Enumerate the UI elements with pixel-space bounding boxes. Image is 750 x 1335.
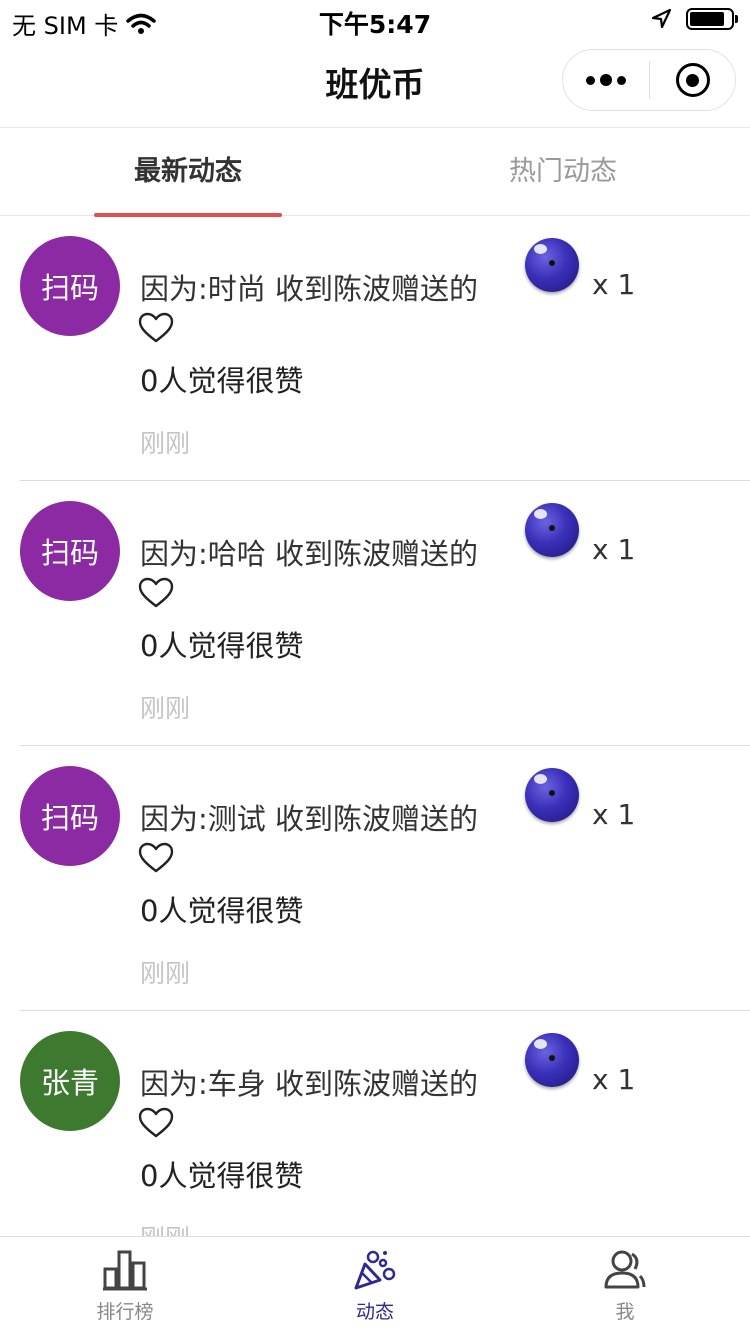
mini-program-capsule — [562, 49, 736, 111]
feed-item[interactable]: 张青因为:车身 收到陈波赠送的 x 1 0人觉得很赞刚刚 — [20, 1011, 750, 1236]
feed-reason-text: 因为:时尚 收到陈波赠送的 — [140, 272, 478, 306]
feed-item[interactable]: 扫码 因为:时尚 收到陈波赠送的 x 1 0人觉得很赞刚刚 — [20, 216, 750, 481]
timestamp: 刚刚 — [140, 959, 191, 988]
status-right — [650, 8, 738, 30]
navigation-bar: 班优币 — [0, 40, 750, 128]
coin-icon — [525, 238, 579, 292]
tabbar-label: 动态 — [355, 1301, 394, 1323]
coin-icon — [525, 503, 579, 557]
heart-icon[interactable] — [138, 1107, 174, 1139]
bar-chart-icon — [103, 1250, 147, 1291]
feed-reason-text: 因为:测试 收到陈波赠送的 — [140, 802, 478, 836]
more-menu-button[interactable] — [563, 50, 649, 110]
feed-list: 扫码 因为:时尚 收到陈波赠送的 x 1 0人觉得很赞 刚刚 扫码 因为:哈哈 收到陈波赠送… — [0, 216, 750, 1236]
user-icon — [604, 1250, 646, 1289]
timestamp: 刚刚 — [140, 694, 191, 723]
more-dot-icon — [600, 74, 612, 86]
feed-tabs: 最新动态 热门动态 — [0, 128, 750, 217]
coin-count: x 1 — [592, 533, 636, 566]
more-dot-icon — [617, 75, 626, 85]
tab-label: 最新动态 — [134, 156, 242, 187]
heart-icon[interactable] — [138, 312, 174, 344]
timestamp: 刚刚 — [140, 429, 191, 458]
tab-latest[interactable]: 最新动态 — [94, 128, 282, 217]
tabbar-item-me[interactable]: 我 — [500, 1237, 750, 1335]
bottom-tab-bar: 排行榜 动态 我 — [0, 1236, 750, 1334]
location-arrow-icon — [651, 8, 672, 29]
likes-count-text: 0人觉得很赞 — [140, 364, 304, 398]
battery-level — [690, 12, 724, 26]
status-time: 下午5:47 — [318, 10, 432, 39]
coin-count: x 1 — [592, 1063, 636, 1096]
feed-reason-text: 因为:车身 收到陈波赠送的 — [140, 1067, 478, 1101]
coin-icon — [525, 1033, 579, 1087]
battery-icon — [686, 8, 738, 30]
feed-reason-text: 因为:哈哈 收到陈波赠送的 — [140, 537, 478, 571]
more-dot-icon — [586, 75, 595, 85]
feed-item[interactable]: 扫码 因为:哈哈 收到陈波赠送的 x 1 0人觉得很赞刚刚 — [20, 481, 750, 746]
likes-count-text: 0人觉得很赞 — [140, 629, 304, 663]
target-icon — [675, 63, 710, 97]
tabbar-label: 我 — [615, 1301, 635, 1323]
tab-hot[interactable]: 热门动态 — [469, 128, 657, 216]
avatar[interactable]: 张青 — [20, 1031, 120, 1131]
heart-icon[interactable] — [138, 842, 174, 874]
coin-count: x 1 — [592, 798, 636, 831]
avatar[interactable]: 扫码 — [20, 501, 120, 601]
coin-icon — [525, 768, 579, 822]
party-popper-icon — [354, 1250, 396, 1290]
feed-item[interactable]: 扫码 因为:测试 收到陈波赠送的 x 1 0人觉得很赞刚刚 — [20, 746, 750, 1011]
heart-icon[interactable] — [138, 577, 174, 609]
tab-label: 热门动态 — [509, 156, 617, 187]
timestamp: 刚刚 — [140, 1219, 190, 1236]
tabbar-item-feed[interactable]: 动态 — [250, 1237, 500, 1335]
tabbar-label: 排行榜 — [96, 1301, 154, 1323]
close-mini-program-button[interactable] — [650, 50, 735, 110]
tabbar-item-ranking[interactable]: 排行榜 — [0, 1237, 250, 1335]
avatar[interactable]: 扫码 — [20, 766, 120, 866]
likes-count-text: 0人觉得很赞 — [140, 894, 304, 928]
avatar[interactable]: 扫码 — [20, 236, 120, 336]
status-bar: 无 SIM 卡 下午5:47 — [0, 0, 750, 40]
likes-count-text: 0人觉得很赞 — [140, 1159, 304, 1193]
coin-count: x 1 — [592, 268, 636, 301]
